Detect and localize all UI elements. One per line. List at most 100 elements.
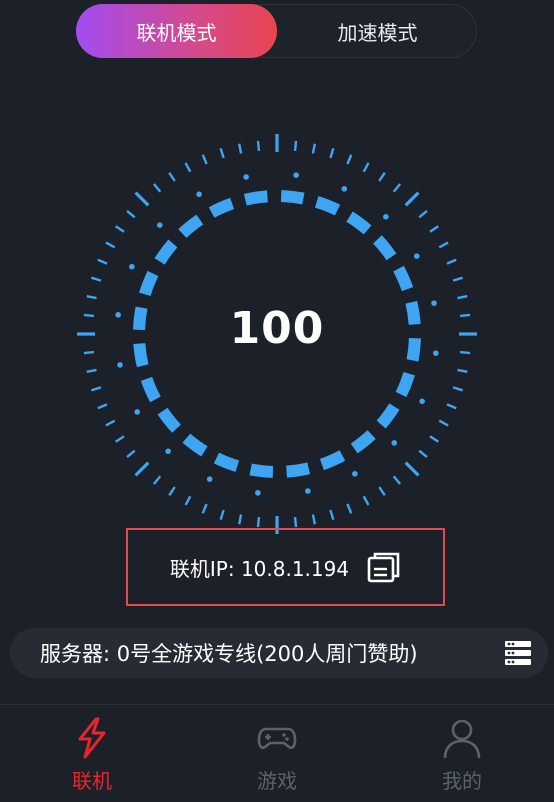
gauge-segment [249,463,274,478]
gauge-tick [452,276,463,282]
gauge-tick [392,475,401,485]
gauge-segment [133,306,148,331]
copy-icon[interactable] [367,551,401,583]
gauge-tick [438,241,449,249]
gauge-tick [237,143,243,154]
gauge-segment [140,376,161,403]
gauge-tick [311,143,317,154]
gauge-tick [392,183,401,193]
gauge-segment [133,343,149,368]
gauge-tick [184,495,192,506]
gauge-tick [362,162,370,173]
gauge-tick [237,514,243,525]
gauge-tick [429,435,439,443]
gauge-tick [219,148,225,159]
gauge-tick [219,509,225,520]
gauge-tick [346,503,353,514]
gauge-tick [168,486,176,496]
gauge-tick [105,419,116,427]
gauge-tick [91,276,102,282]
gauge-tick [115,435,125,443]
gauge-segment [139,270,159,297]
gauge-segment [406,337,421,362]
gauge-tick [293,516,298,528]
gauge-segment [182,433,208,457]
mode-tab-accelerate[interactable]: 加速模式 [277,4,478,58]
mode-switch: 联机模式 加速模式 [76,4,477,58]
gauge-tick [378,486,386,496]
gauge-tick [86,294,97,300]
gauge-dot [196,191,202,198]
gauge-tick [134,191,150,207]
gauge-segment [319,450,346,471]
user-icon [443,719,481,759]
gauge-tick [311,514,317,525]
gauge-segment [393,265,414,292]
gauge-tick [329,148,335,159]
gauge-value: 100 [229,303,325,354]
gauge-tick [91,386,102,392]
gauge-tick [438,419,449,427]
gauge-tick [184,162,192,173]
gamepad-icon [257,727,297,750]
gauge-segment [243,190,268,206]
gauge-segment [280,190,305,205]
gauge-segment [208,197,235,218]
gauge-segment [395,371,415,398]
gauge-tick [126,449,136,458]
gauge-tick [429,225,439,233]
server-selector[interactable]: 服务器: 0号全游戏专线(200人周门赞助) [10,628,548,678]
tab-profile[interactable]: 我的 [412,717,512,799]
gauge-tick [446,403,457,410]
gauge-dot [115,312,121,318]
gauge-dot [341,186,348,192]
gauge-tick [115,225,125,233]
gauge-segment [376,403,400,429]
gauge-dot [206,476,213,482]
lightning-icon [78,717,106,759]
gauge-tick [126,210,136,219]
gauge-dot [305,488,311,494]
gauge-tick [329,509,335,520]
gauge-segment [346,211,372,235]
gauge-tick [362,495,370,506]
gauge-tick [446,258,457,265]
gauge-tick [97,403,108,410]
lan-ip-text: 联机IP: 10.8.1.194 [169,556,350,581]
gauge-tick [418,449,428,458]
gauge-tick [378,172,386,182]
gauge-tick [153,183,162,193]
gauge-dot [165,448,171,455]
gauge-dot [156,222,163,228]
gauge-tick [418,210,428,219]
server-list-icon[interactable] [504,639,532,667]
gauge-tick [83,350,95,355]
gauge-segment [157,407,181,433]
gauge-tick [459,313,471,318]
gauge-dot [352,470,358,477]
gauge-dot [433,350,439,356]
gauge-tick [256,516,261,528]
gauge-segment [405,300,421,325]
tab-label: 我的 [442,769,482,793]
gauge-dot [129,263,135,270]
mode-tab-lan[interactable]: 联机模式 [76,4,277,58]
bottom-tab-bar: 联机 游戏 我的 [0,704,554,802]
lan-ip-panel: 联机IP: 10.8.1.194 [126,528,445,606]
gauge-tick [256,140,261,152]
gauge-dot [255,490,261,496]
tab-label: 游戏 [257,769,297,793]
gauge-tick [457,294,468,300]
gauge-dot [431,300,437,306]
gauge-dot [383,213,389,220]
gauge-tick [201,154,208,165]
tab-lan[interactable]: 联机 [42,717,142,799]
gauge-tick [105,241,116,249]
gauge-segment [213,452,240,472]
tab-games[interactable]: 游戏 [227,717,327,799]
gauge-tick [459,350,471,355]
gauge-dot [391,440,398,446]
gauge-segment [178,214,204,238]
gauge-tick [346,154,353,165]
gauge-tick [404,191,420,207]
